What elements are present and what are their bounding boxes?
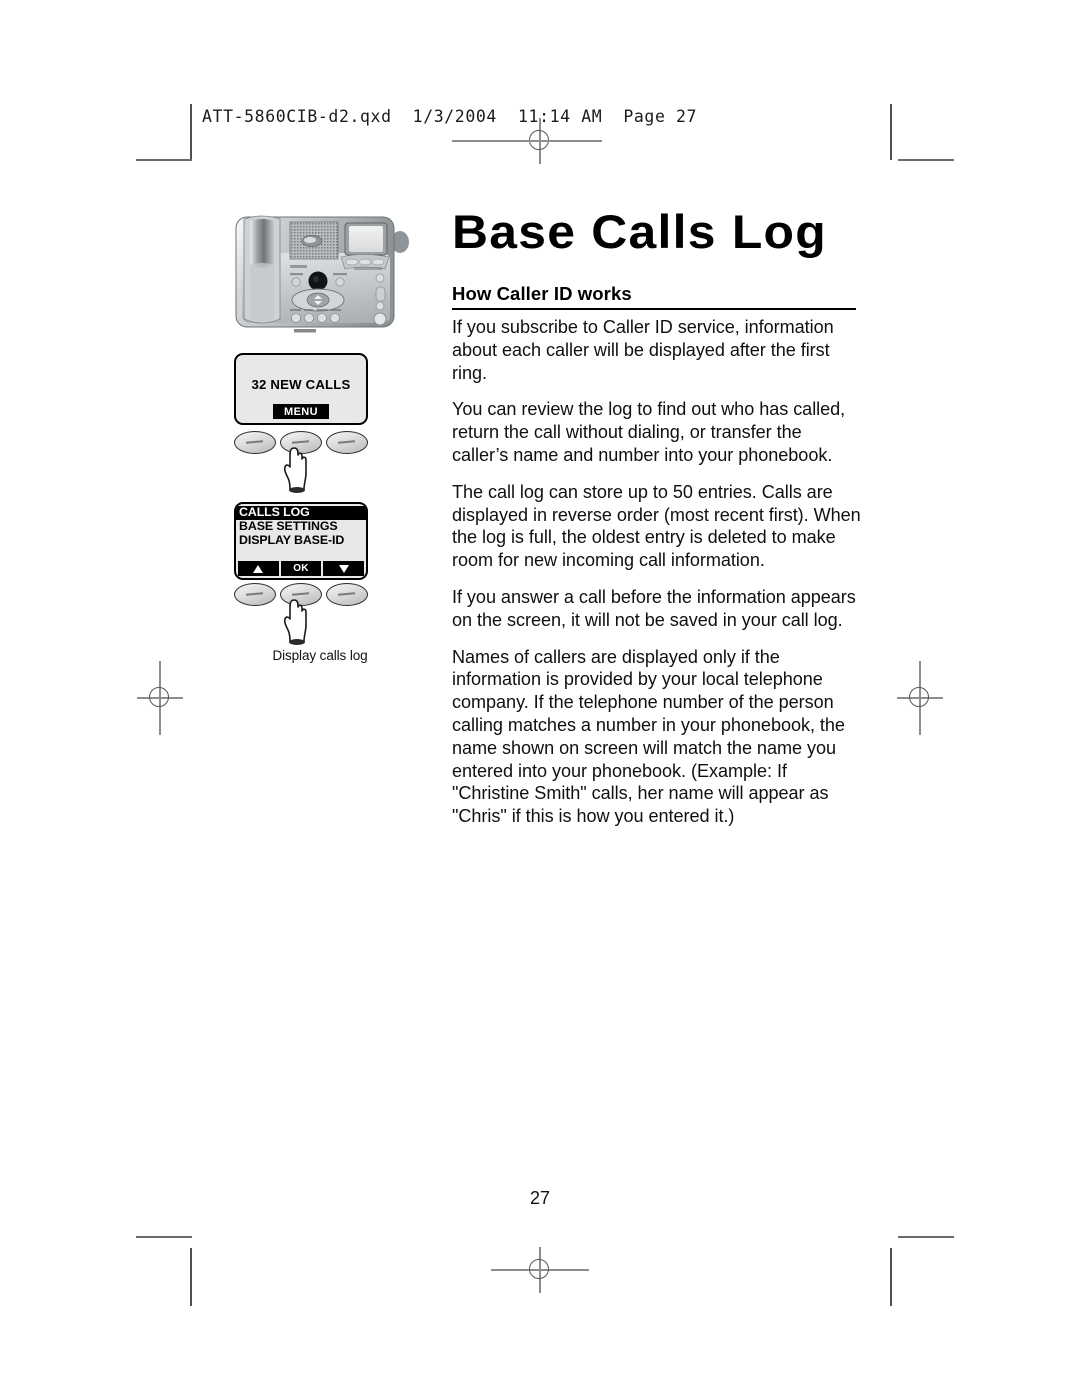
softkey-left-lower[interactable] xyxy=(234,583,276,606)
registration-mark-bottom-center xyxy=(491,1247,589,1293)
softkey-label-ok[interactable]: OK xyxy=(280,561,322,576)
registration-mark-left xyxy=(137,661,183,735)
section-subheading: How Caller ID works xyxy=(452,283,632,304)
body-paragraph: If you answer a call before the informat… xyxy=(452,586,856,630)
crop-mark-top-right-vertical xyxy=(890,104,892,160)
body-paragraph: If you subscribe to Caller ID service, i… xyxy=(452,317,834,383)
softkey-right-upper[interactable] xyxy=(326,431,368,454)
subheading-rule xyxy=(452,308,856,311)
crop-mark-top-left-vertical xyxy=(190,104,192,160)
illustration-column: 32 NEW CALLS MENU CALLS LOG BASE SETTING… xyxy=(222,200,422,680)
lcd-softkey-bar: OK xyxy=(236,561,366,578)
crop-mark-bottom-left-vertical xyxy=(190,1248,192,1306)
softkey-label-up[interactable] xyxy=(238,561,279,576)
registration-mark-right xyxy=(897,661,943,735)
registration-mark-circle xyxy=(149,687,169,707)
softkey-left-upper[interactable] xyxy=(234,431,276,454)
crop-mark-bottom-left-horizontal xyxy=(136,1236,192,1238)
illustration-caption: Display calls log xyxy=(272,648,368,663)
lcd-new-calls-message: 32 NEW CALLS xyxy=(251,377,351,392)
registration-mark-circle xyxy=(529,1259,549,1279)
lcd-menu-item-base-settings[interactable]: BASE SETTINGS xyxy=(236,519,366,534)
body-paragraph: You can review the log to find out who h… xyxy=(452,399,846,465)
printer-slug-line: ATT-5860CIB-d2.qxd 1/3/2004 11:14 AM Pag… xyxy=(202,107,698,126)
body-paragraph: Names of callers are displayed only if t… xyxy=(452,646,845,827)
phone-base-illustration xyxy=(235,215,409,333)
arrow-down-icon xyxy=(338,564,349,573)
pointing-hand-icon xyxy=(283,447,307,493)
arrow-up-icon xyxy=(253,564,264,573)
body-paragraph: The call log can store up to 50 entries.… xyxy=(452,481,861,571)
page-title: Base Calls Log xyxy=(452,205,827,258)
softkey-right-lower[interactable] xyxy=(326,583,368,606)
registration-mark-circle xyxy=(909,687,929,707)
lcd-menu-list: CALLS LOG BASE SETTINGS DISPLAY BASE-ID xyxy=(236,505,366,548)
body-text-column: If you subscribe to Caller ID service, i… xyxy=(452,316,862,842)
crop-mark-bottom-right-horizontal xyxy=(898,1236,954,1238)
lcd-screen-new-calls: 32 NEW CALLS MENU xyxy=(234,353,368,425)
slug-underline-rule xyxy=(452,140,602,142)
lcd-softkey-menu: MENU xyxy=(273,404,329,419)
page-number: 27 xyxy=(529,1188,551,1208)
lcd-screen-menu: CALLS LOG BASE SETTINGS DISPLAY BASE-ID … xyxy=(234,502,368,580)
pointing-hand-icon xyxy=(283,599,307,645)
crop-mark-top-right-horizontal xyxy=(898,159,954,161)
softkey-label-down[interactable] xyxy=(323,561,365,576)
lcd-menu-item-calls-log[interactable]: CALLS LOG xyxy=(236,505,366,520)
lcd-menu-item-display-base-id[interactable]: DISPLAY BASE-ID xyxy=(236,533,366,548)
crop-mark-top-left-horizontal xyxy=(136,159,192,161)
crop-mark-bottom-right-vertical xyxy=(890,1248,892,1306)
